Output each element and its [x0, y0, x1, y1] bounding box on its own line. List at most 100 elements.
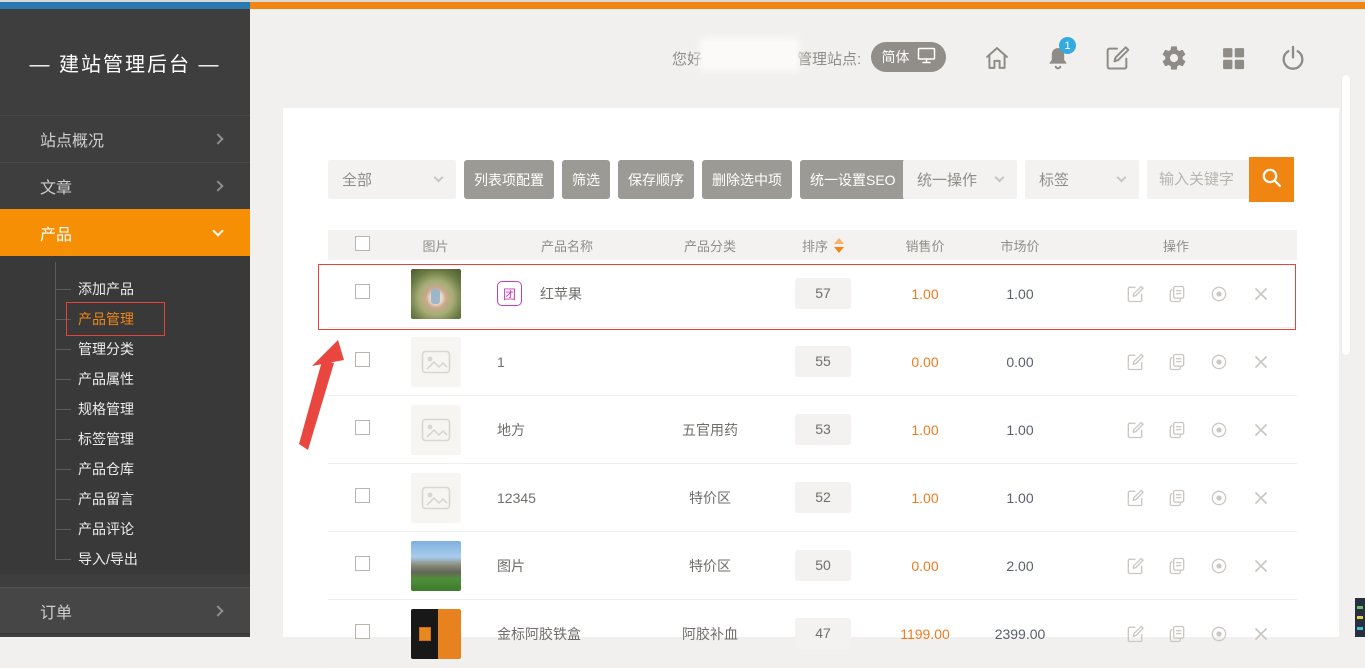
sort-value-input[interactable]: 52 — [795, 482, 851, 513]
market-price: 1.00 — [973, 490, 1067, 506]
product-name: 1 — [497, 354, 505, 370]
home-icon[interactable] — [983, 44, 1011, 72]
view-icon[interactable] — [1209, 420, 1229, 440]
sidebar-item-site-overview[interactable]: 站点概况 — [0, 115, 250, 162]
sidebar-subitem[interactable]: 标签管理 — [0, 424, 250, 454]
copy-icon[interactable] — [1167, 420, 1187, 440]
product-name-cell: 金标阿胶铁盒 — [483, 624, 651, 644]
sort-value-input[interactable]: 57 — [795, 278, 851, 309]
column-header-sort[interactable]: 排序 — [769, 236, 877, 255]
sidebar-item-orders[interactable]: 订单 — [0, 587, 250, 634]
table-row: 金标阿胶铁盒 阿胶补血 47 1199.00 2399.00 — [328, 600, 1297, 668]
edit-icon[interactable] — [1125, 352, 1145, 372]
view-icon[interactable] — [1209, 488, 1229, 508]
edit-icon[interactable] — [1125, 556, 1145, 576]
search-input[interactable] — [1147, 160, 1249, 199]
product-category: 特价区 — [651, 488, 769, 508]
product-category: 阿胶补血 — [651, 624, 769, 644]
edit-icon[interactable] — [1125, 284, 1145, 304]
market-price: 1.00 — [973, 286, 1067, 302]
sidebar-subitem[interactable]: 添加产品 — [0, 274, 250, 304]
dropdown-value: 标签 — [1039, 169, 1069, 190]
product-name: 红苹果 — [540, 284, 582, 304]
product-name-cell: 图片 — [483, 556, 651, 576]
sidebar-subitem[interactable]: 导入/导出 — [0, 544, 250, 574]
batch-actions-dropdown[interactable]: 统一操作 — [903, 160, 1017, 199]
copy-icon[interactable] — [1167, 284, 1187, 304]
toolbar-button-1[interactable]: 列表项配置 — [464, 160, 554, 199]
copy-icon[interactable] — [1167, 556, 1187, 576]
delete-icon[interactable] — [1251, 352, 1271, 372]
sidebar-item-label: 订单 — [40, 599, 72, 623]
view-icon[interactable] — [1209, 284, 1229, 304]
gear-icon[interactable] — [1160, 44, 1188, 72]
power-icon[interactable] — [1279, 44, 1307, 72]
toolbar-button-4[interactable]: 删除选中项 — [702, 160, 792, 199]
edit-icon[interactable] — [1103, 44, 1131, 72]
chevron-right-icon — [212, 180, 223, 191]
delete-icon[interactable] — [1251, 556, 1271, 576]
delete-icon[interactable] — [1251, 488, 1271, 508]
sort-value-input[interactable]: 55 — [795, 346, 851, 377]
sale-price: 0.00 — [877, 558, 973, 574]
toolbar-button-5[interactable]: 统一设置SEO — [800, 160, 906, 199]
copy-icon[interactable] — [1167, 624, 1187, 644]
copy-icon[interactable] — [1167, 352, 1187, 372]
sidebar-item-label: 文章 — [40, 174, 72, 198]
sidebar-subitem[interactable]: 产品评论 — [0, 514, 250, 544]
toolbar-button-3[interactable]: 保存顺序 — [618, 160, 694, 199]
magnifier-icon — [1260, 166, 1284, 193]
table-row: 地方 五官用药 53 1.00 1.00 — [328, 396, 1297, 464]
sale-price: 1.00 — [877, 422, 973, 438]
product-thumbnail — [411, 405, 461, 455]
notification-badge: 1 — [1059, 37, 1076, 54]
sort-value-input[interactable]: 50 — [795, 550, 851, 581]
sidebar-subitem[interactable]: 产品属性 — [0, 364, 250, 394]
delete-icon[interactable] — [1251, 624, 1271, 644]
edit-icon[interactable] — [1125, 420, 1145, 440]
dropdown-value: 全部 — [342, 169, 372, 190]
view-icon[interactable] — [1209, 556, 1229, 576]
tags-dropdown[interactable]: 标签 — [1025, 160, 1139, 199]
grid-icon[interactable] — [1219, 44, 1247, 72]
delete-icon[interactable] — [1251, 284, 1271, 304]
manage-site-label: 管理站点: — [797, 48, 861, 69]
topbar-blue-strip — [0, 2, 250, 9]
sidebar-subitem[interactable]: 管理分类 — [0, 334, 250, 364]
sidebar-item-articles[interactable]: 文章 — [0, 162, 250, 209]
toolbar-button-2[interactable]: 筛选 — [562, 160, 610, 199]
edit-icon[interactable] — [1125, 624, 1145, 644]
view-icon[interactable] — [1209, 624, 1229, 644]
sidebar-item-products[interactable]: 产品 — [0, 209, 250, 256]
sort-value-input[interactable]: 53 — [795, 414, 851, 445]
column-header-name: 产品名称 — [483, 236, 651, 255]
row-checkbox[interactable] — [355, 556, 370, 571]
view-icon[interactable] — [1209, 352, 1229, 372]
copy-icon[interactable] — [1167, 488, 1187, 508]
column-header-category: 产品分类 — [651, 236, 769, 255]
row-checkbox[interactable] — [355, 420, 370, 435]
table-row: 1 55 0.00 0.00 — [328, 328, 1297, 396]
sort-arrows-icon[interactable] — [834, 238, 844, 253]
row-checkbox[interactable] — [355, 624, 370, 639]
edit-icon[interactable] — [1125, 488, 1145, 508]
delete-icon[interactable] — [1251, 420, 1271, 440]
search-button[interactable] — [1249, 157, 1294, 202]
market-price: 1.00 — [973, 422, 1067, 438]
row-checkbox[interactable] — [355, 352, 370, 367]
product-name-cell: 12345 — [483, 490, 651, 506]
market-price: 0.00 — [973, 354, 1067, 370]
sidebar-subitem[interactable]: 产品仓库 — [0, 454, 250, 484]
language-button[interactable]: 简体 — [871, 42, 946, 72]
scrollbar-thumb[interactable] — [1342, 75, 1350, 355]
product-name: 图片 — [497, 556, 525, 576]
sort-value-input[interactable]: 47 — [795, 618, 851, 649]
row-checkbox[interactable] — [355, 284, 370, 299]
market-price: 2399.00 — [973, 626, 1067, 642]
select-all-checkbox[interactable] — [355, 236, 370, 251]
sidebar-subitem[interactable]: 规格管理 — [0, 394, 250, 424]
sidebar-subitem[interactable]: 产品留言 — [0, 484, 250, 514]
category-filter-dropdown[interactable]: 全部 — [328, 160, 456, 199]
chevron-down-icon — [212, 225, 223, 236]
row-checkbox[interactable] — [355, 488, 370, 503]
